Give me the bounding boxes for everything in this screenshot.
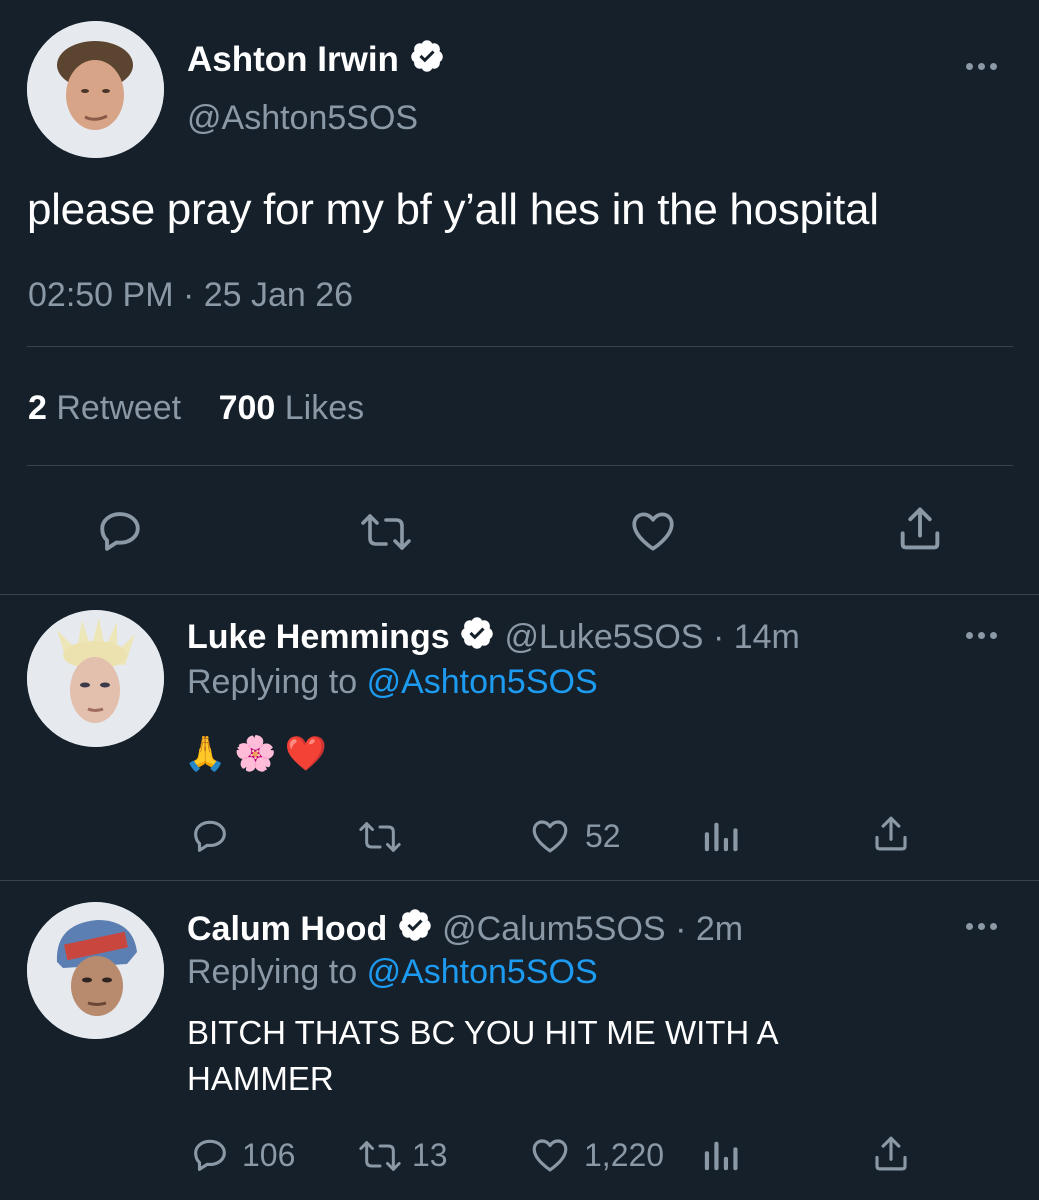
like-icon[interactable]: [528, 815, 572, 857]
retweet-icon[interactable]: [356, 817, 404, 857]
author-name[interactable]: Calum Hood: [187, 910, 387, 948]
reply-icon[interactable]: [189, 815, 231, 857]
retweet-count: 2: [28, 389, 47, 427]
like-count: 52: [585, 818, 621, 854]
share-icon[interactable]: [894, 503, 946, 555]
like-stat[interactable]: 700 Likes: [219, 389, 365, 427]
tweet-text: please pray for my bf y’all hes in the h…: [27, 185, 879, 234]
replying-handle[interactable]: @Ashton5SOS: [367, 953, 598, 991]
more-icon[interactable]: [966, 60, 1000, 72]
tweet-stats: 2 Retweet 700 Likes: [28, 386, 364, 430]
author-name[interactable]: Luke Hemmings: [187, 618, 450, 656]
replying-label: Replying to: [187, 953, 358, 991]
replying-label: Replying to: [187, 663, 358, 701]
divider: [27, 465, 1013, 466]
analytics-icon[interactable]: [702, 817, 740, 855]
share-icon[interactable]: [870, 813, 912, 855]
reply-icon[interactable]: [94, 505, 146, 557]
verified-icon: [459, 615, 495, 663]
divider: [0, 880, 1039, 881]
divider: [27, 346, 1013, 347]
retweet-icon[interactable]: [358, 508, 414, 556]
avatar[interactable]: [27, 21, 164, 158]
reply-time[interactable]: · 14m: [713, 618, 800, 656]
more-icon[interactable]: [966, 920, 1000, 932]
verified-icon: [397, 907, 433, 955]
tweet-text: 🙏🌸❤️: [184, 735, 336, 773]
author-handle[interactable]: @Luke5SOS: [505, 618, 704, 656]
reply-time[interactable]: · 2m: [675, 910, 743, 948]
retweet-label: Retweet: [56, 389, 182, 427]
tweet-timestamp[interactable]: 02:50 PM · 25 Jan 26: [28, 274, 353, 316]
author-name[interactable]: Ashton Irwin: [187, 40, 399, 79]
avatar[interactable]: [27, 902, 164, 1039]
like-icon[interactable]: [627, 506, 679, 556]
tweet-text-line: BITCH THATS BC YOU HIT ME WITH A: [187, 1014, 779, 1051]
retweet-icon[interactable]: [356, 1136, 404, 1176]
share-icon[interactable]: [870, 1133, 912, 1175]
avatar[interactable]: [27, 610, 164, 747]
like-icon[interactable]: [528, 1134, 572, 1176]
tweet-text: BITCH THATS BC YOU HIT ME WITH A HAMMER: [187, 1010, 779, 1102]
verified-icon: [409, 38, 445, 85]
more-icon[interactable]: [966, 629, 1000, 641]
divider: [0, 594, 1039, 595]
analytics-icon[interactable]: [702, 1136, 740, 1174]
reply-icon[interactable]: [189, 1134, 231, 1176]
retweet-count: 13: [412, 1137, 448, 1173]
author-handle[interactable]: @Ashton5SOS: [187, 96, 418, 140]
tweet-text-line: HAMMER: [187, 1060, 334, 1097]
replying-handle[interactable]: @Ashton5SOS: [367, 663, 598, 701]
like-count: 1,220: [584, 1137, 665, 1173]
like-label: Likes: [284, 389, 365, 427]
author-handle[interactable]: @Calum5SOS: [442, 910, 665, 948]
reply-count: 106: [242, 1137, 296, 1173]
like-count: 700: [218, 389, 276, 427]
retweet-stat[interactable]: 2 Retweet: [28, 389, 191, 427]
